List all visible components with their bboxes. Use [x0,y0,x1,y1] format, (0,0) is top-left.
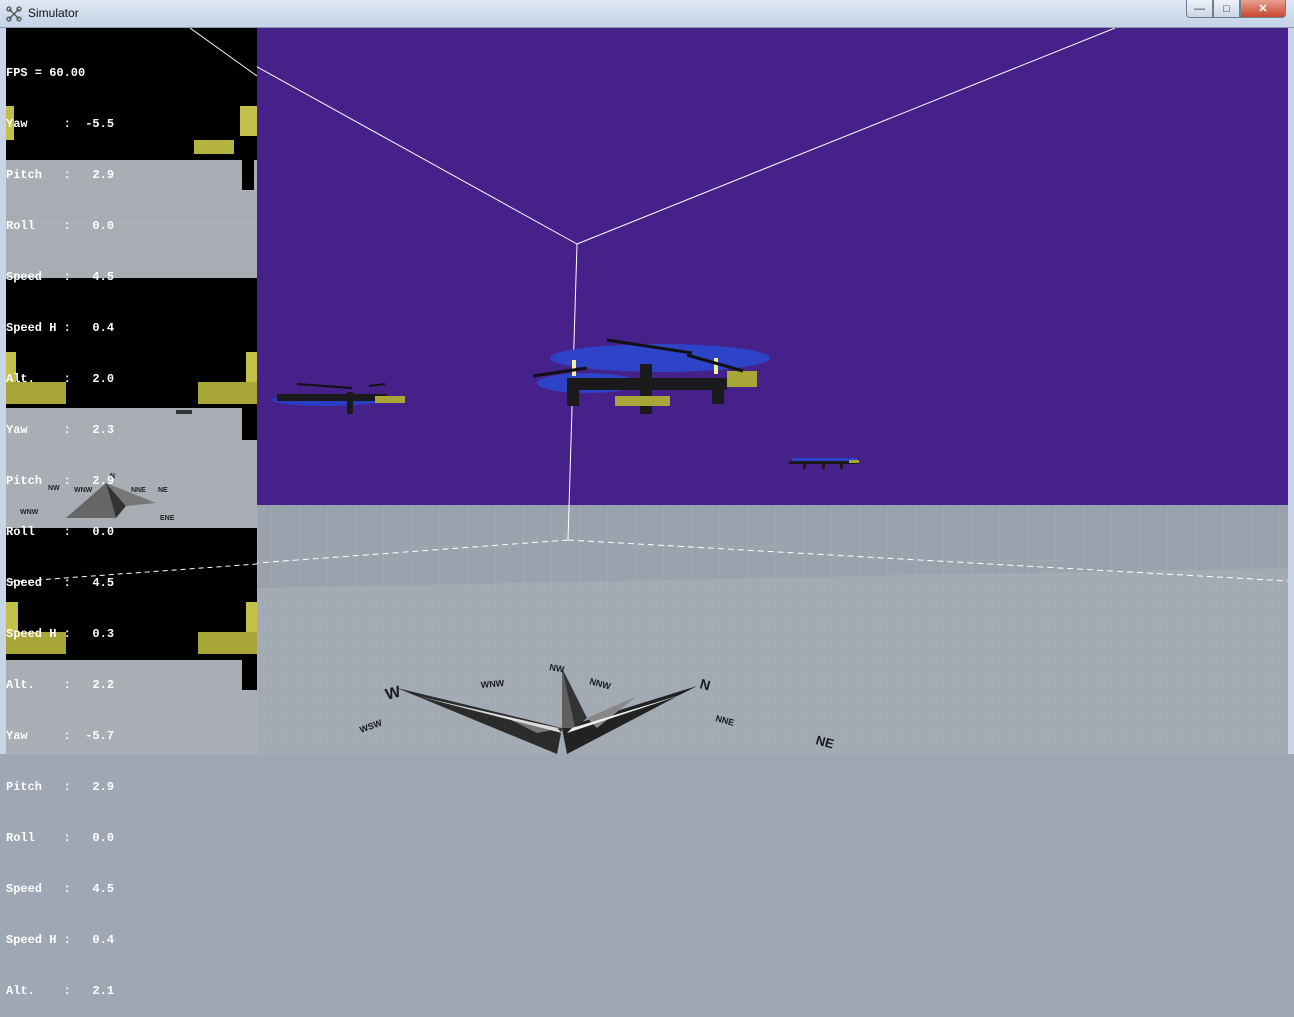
drone3-speed: Speed : 4.5 [6,882,115,896]
camera-compass-ne: NE [158,487,168,494]
camera-compass-ene: ENE [160,515,175,522]
drone2-speed-h: Speed H : 0.3 [6,627,115,641]
close-icon: ✕ [1258,3,1268,15]
window-title: Simulator [28,6,79,20]
drone2-roll: Roll : 0.0 [6,525,115,539]
drone-icon [6,6,22,22]
drone2-speed: Speed : 4.5 [6,576,115,590]
close-button[interactable]: ✕ [1240,0,1286,18]
drone1-roll: Roll : 0.0 [6,219,115,233]
drone2-pitch: Pitch : 2.9 [6,474,115,488]
drone3-pitch: Pitch : 2.9 [6,780,115,794]
drone1-speed: Speed : 4.5 [6,270,115,284]
drone3-alt: Alt. : 2.1 [6,984,115,998]
drone3-roll: Roll : 0.0 [6,831,115,845]
minimize-icon: — [1194,2,1205,15]
drone1-alt: Alt. : 2.0 [6,372,115,386]
sky [257,28,1288,505]
main-3d-viewport[interactable]: W N NE NW WNW NNW NNE WSW [257,28,1288,754]
maximize-icon: □ [1223,2,1230,15]
compass-wnw: WNW [480,678,505,690]
drone1-yaw: Yaw : -5.5 [6,117,115,131]
drone2-yaw: Yaw : 2.3 [6,423,115,437]
main-scene: W N NE NW WNW NNW NNE WSW [257,28,1288,754]
minimize-button[interactable]: — [1186,0,1213,18]
drone1-speed-h: Speed H : 0.4 [6,321,115,335]
camera-compass-nne: NNE [131,487,146,494]
drone3-speed-h: Speed H : 0.4 [6,933,115,947]
drone2-alt: Alt. : 2.2 [6,678,115,692]
title-bar[interactable]: Simulator — □ ✕ [0,0,1294,28]
fps-readout: FPS = 60.00 [6,66,86,80]
maximize-button[interactable]: □ [1213,0,1240,18]
telemetry-hud: FPS = 60.00 Yaw : -5.5 Pitch : 2.9 Roll … [6,31,114,1017]
window-frame-right [1288,28,1294,754]
drone3-yaw: Yaw : -5.7 [6,729,115,743]
drone1-pitch: Pitch : 2.9 [6,168,115,182]
